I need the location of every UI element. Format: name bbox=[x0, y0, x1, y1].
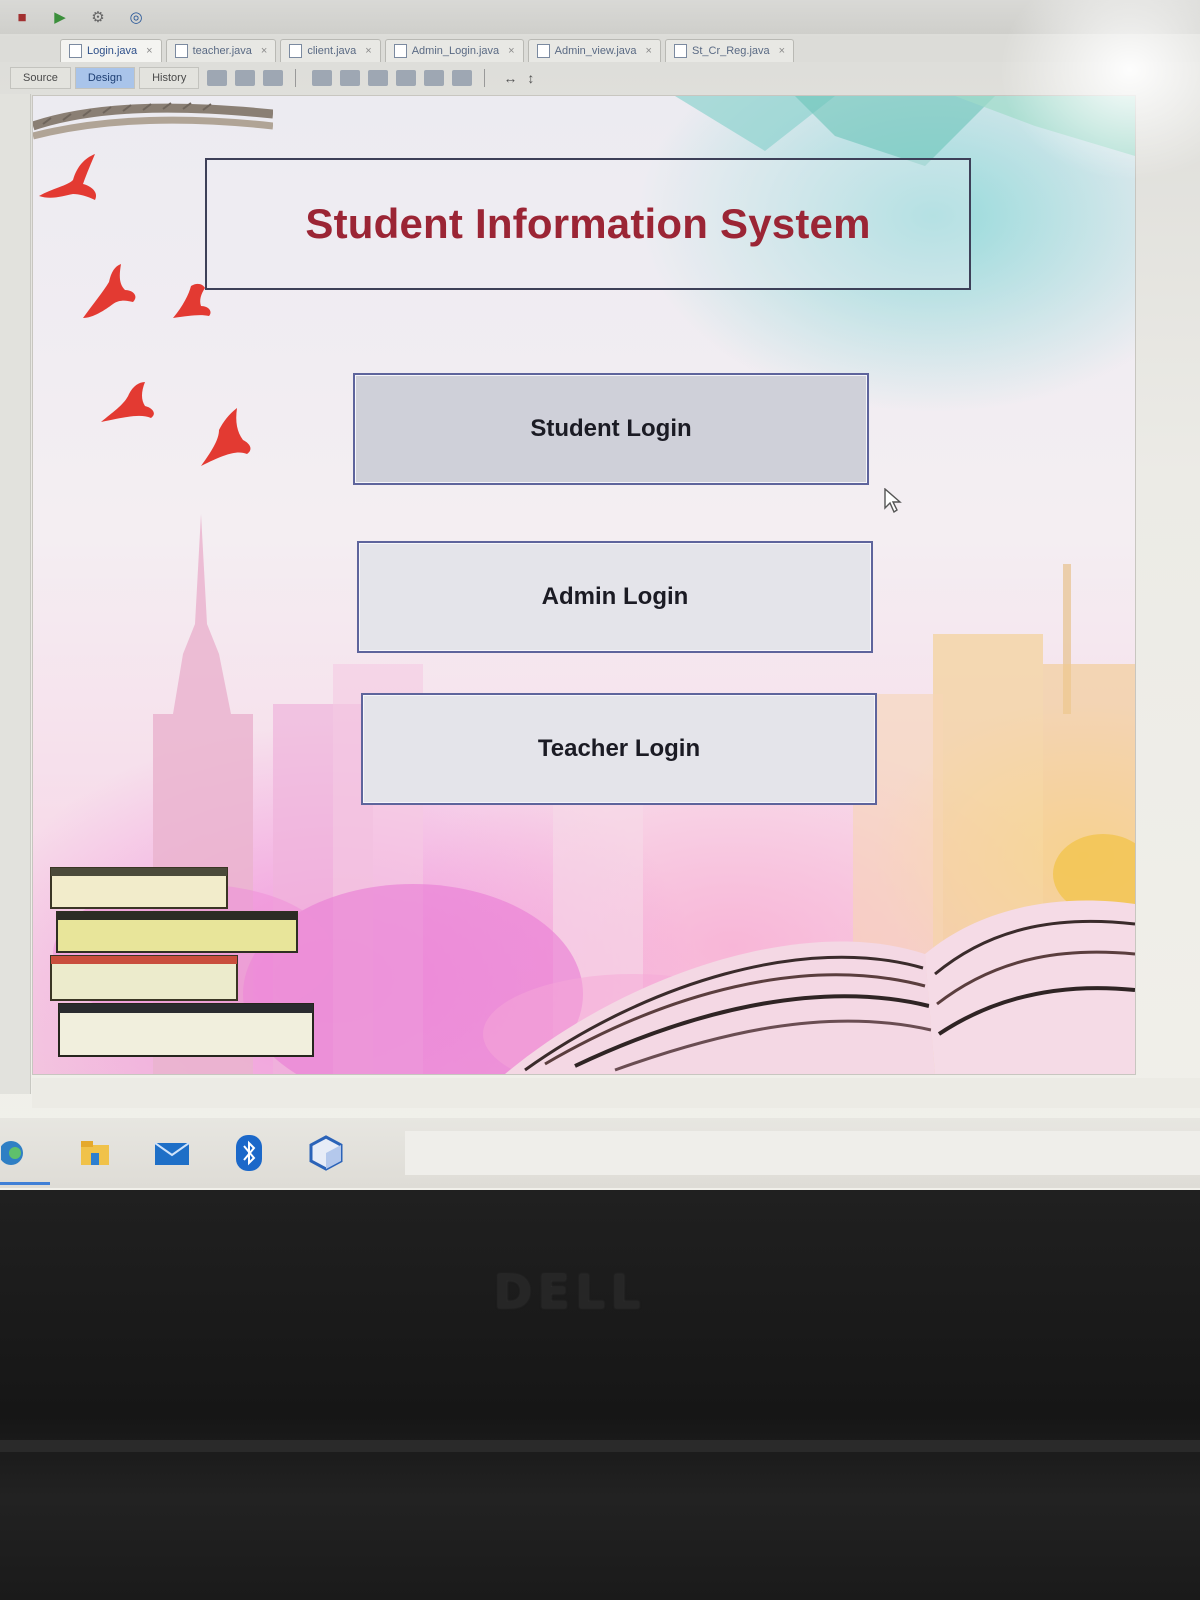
admin-login-button[interactable]: Admin Login bbox=[357, 541, 873, 653]
active-app-indicator bbox=[0, 1182, 50, 1185]
java-file-icon bbox=[673, 44, 687, 58]
laptop-hinge bbox=[0, 1440, 1200, 1452]
edge-icon[interactable] bbox=[0, 1133, 50, 1185]
tab-st-cr-reg[interactable]: St_Cr_Reg.java × bbox=[664, 39, 795, 62]
designer-canvas-margin bbox=[32, 1078, 1200, 1108]
preview-design-icon[interactable] bbox=[263, 70, 284, 86]
debug-icon[interactable]: ⚙ bbox=[86, 6, 110, 28]
open-book-decoration bbox=[505, 900, 1135, 1074]
tab-label: St_Cr_Reg.java bbox=[691, 45, 770, 57]
laptop-screen: ■ ▶ ⚙ ◎ Login.java × teacher.java × clie… bbox=[0, 0, 1200, 1190]
tab-label: Admin_Login.java bbox=[411, 45, 500, 57]
mail-icon[interactable] bbox=[154, 1133, 191, 1173]
editor-mode-bar: Source Design History ↔ ↕ bbox=[10, 64, 1200, 92]
build-icon[interactable]: ■ bbox=[10, 6, 34, 28]
close-icon[interactable]: × bbox=[508, 45, 514, 57]
tab-client[interactable]: client.java × bbox=[280, 39, 381, 62]
books-stack-decoration bbox=[50, 867, 314, 1057]
java-file-icon bbox=[69, 44, 82, 58]
dell-logo: DELL bbox=[470, 1262, 670, 1322]
close-icon[interactable]: × bbox=[261, 45, 267, 57]
java-file-icon bbox=[536, 44, 550, 58]
bluetooth-icon[interactable] bbox=[231, 1133, 268, 1173]
tab-label: client.java bbox=[307, 45, 357, 57]
design-mode-button[interactable]: Design bbox=[74, 67, 136, 89]
tab-label: teacher.java bbox=[192, 45, 252, 57]
app-title: Student Information System bbox=[305, 200, 871, 247]
tab-admin-login[interactable]: Admin_Login.java × bbox=[384, 39, 524, 62]
tab-teacher[interactable]: teacher.java × bbox=[165, 39, 277, 62]
teal-geometric-decoration bbox=[675, 96, 1135, 166]
toolbar-separator bbox=[295, 69, 297, 87]
title-panel: Student Information System bbox=[205, 158, 971, 290]
align-right-icon[interactable] bbox=[340, 70, 361, 86]
close-icon[interactable]: × bbox=[365, 45, 371, 57]
tab-label: Login.java bbox=[87, 45, 138, 57]
java-file-icon bbox=[393, 44, 407, 58]
tab-label: Admin_view.java bbox=[554, 45, 637, 57]
resize-horizontal-icon[interactable]: ↔ bbox=[503, 70, 517, 86]
align-left-icon[interactable] bbox=[312, 70, 333, 86]
ide-left-gutter bbox=[0, 94, 31, 1094]
tab-admin-view[interactable]: Admin_view.java × bbox=[527, 39, 661, 62]
cube-app-icon[interactable] bbox=[308, 1133, 345, 1173]
mouse-cursor-icon bbox=[884, 488, 902, 514]
teacher-login-button[interactable]: Teacher Login bbox=[361, 693, 877, 805]
java-file-icon bbox=[289, 44, 303, 58]
center-vertical-icon[interactable] bbox=[452, 70, 473, 86]
close-icon[interactable]: × bbox=[779, 45, 785, 57]
center-horizontal-icon[interactable] bbox=[368, 70, 389, 86]
connection-mode-icon[interactable] bbox=[235, 70, 256, 86]
source-mode-button[interactable]: Source bbox=[10, 67, 71, 89]
profile-icon[interactable]: ◎ bbox=[124, 6, 148, 28]
login-form-design: Student Information System Student Login… bbox=[32, 95, 1136, 1075]
resize-vertical-icon[interactable]: ↕ bbox=[527, 70, 534, 86]
history-mode-button[interactable]: History bbox=[139, 67, 200, 89]
align-top-icon[interactable] bbox=[396, 70, 417, 86]
align-bottom-icon[interactable] bbox=[424, 70, 445, 86]
ide-toolbar: ■ ▶ ⚙ ◎ bbox=[0, 0, 1200, 34]
toolbar-separator bbox=[484, 69, 486, 87]
close-icon[interactable]: × bbox=[646, 45, 652, 57]
brand-text: DELL bbox=[493, 1265, 647, 1319]
laptop-bezel bbox=[0, 1190, 1200, 1600]
windows-taskbar bbox=[0, 1118, 1200, 1188]
java-file-icon bbox=[174, 44, 188, 58]
editor-tabbar: Login.java × teacher.java × client.java … bbox=[0, 36, 1200, 62]
file-explorer-icon[interactable] bbox=[77, 1133, 114, 1173]
run-icon[interactable]: ▶ bbox=[48, 6, 72, 28]
student-login-button[interactable]: Student Login bbox=[353, 373, 869, 485]
taskbar-empty-area bbox=[404, 1131, 1200, 1175]
tab-login[interactable]: Login.java × bbox=[60, 39, 162, 62]
selection-mode-icon[interactable] bbox=[207, 70, 228, 86]
close-icon[interactable]: × bbox=[146, 45, 152, 57]
